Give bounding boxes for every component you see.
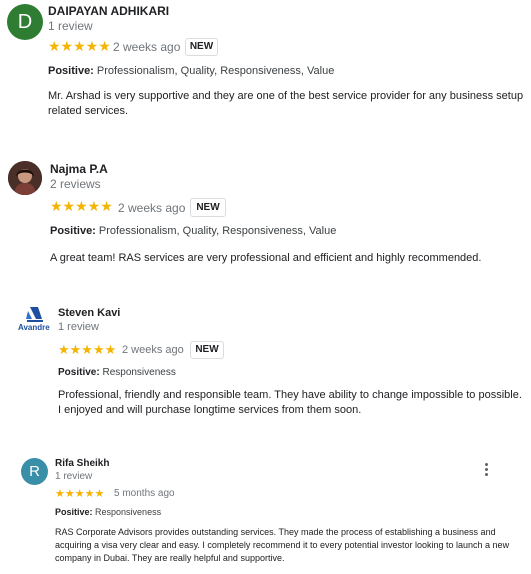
star-rating: ★★★★★ bbox=[58, 342, 117, 357]
new-badge: NEW bbox=[185, 38, 218, 56]
new-badge: NEW bbox=[190, 341, 224, 359]
avatar-letter: D bbox=[17, 10, 33, 33]
reviewer-name[interactable]: Rifa Sheikh bbox=[55, 458, 109, 469]
reviewer-name[interactable]: Steven Kavi bbox=[58, 307, 120, 319]
star-rating: ★★★★★ bbox=[50, 198, 113, 214]
review-text: A great team! RAS services are very prof… bbox=[50, 252, 482, 264]
review-text: Mr. Arshad is very supportive and they a… bbox=[48, 90, 524, 117]
review-count: 1 review bbox=[58, 321, 99, 333]
review-time: 2 weeks ago bbox=[113, 40, 181, 54]
avatar-logo-text: Avandre bbox=[18, 323, 50, 332]
review-time: 5 months ago bbox=[114, 488, 175, 499]
positive-value: Professionalism, Quality, Responsiveness… bbox=[96, 65, 335, 77]
avatar[interactable]: R bbox=[21, 458, 48, 485]
review-text: Professional, friendly and responsible t… bbox=[58, 389, 522, 416]
reviewer-name[interactable]: Najma P.A bbox=[50, 162, 108, 176]
avatar[interactable] bbox=[8, 161, 42, 195]
positive-label: Positive: bbox=[58, 367, 100, 378]
more-options-icon[interactable] bbox=[485, 463, 489, 476]
review-count: 1 review bbox=[55, 471, 93, 482]
positive-attributes: Positive: Professionalism, Quality, Resp… bbox=[50, 225, 336, 237]
new-badge: NEW bbox=[190, 198, 226, 217]
positive-attributes: Positive: Responsiveness bbox=[55, 507, 161, 517]
positive-value: Responsiveness bbox=[95, 507, 162, 517]
review-time: 2 weeks ago bbox=[122, 344, 184, 356]
avatar[interactable]: D bbox=[7, 4, 43, 40]
positive-label: Positive: bbox=[55, 507, 93, 517]
star-rating: ★★★★★ bbox=[48, 38, 111, 54]
review-text: RAS Corporate Advisors provides outstand… bbox=[55, 527, 510, 563]
positive-value: Responsiveness bbox=[102, 367, 176, 378]
avatar[interactable]: Avandre bbox=[18, 305, 54, 337]
positive-value: Professionalism, Quality, Responsiveness… bbox=[98, 225, 337, 237]
positive-label: Positive: bbox=[50, 225, 96, 237]
star-rating: ★★★★★ bbox=[55, 488, 105, 500]
positive-label: Positive: bbox=[48, 65, 94, 77]
positive-attributes: Positive: Responsiveness bbox=[58, 367, 176, 378]
positive-attributes: Positive: Professionalism, Quality, Resp… bbox=[48, 65, 334, 77]
review-time: 2 weeks ago bbox=[118, 201, 186, 215]
reviewer-name[interactable]: DAIPAYAN ADHIKARI bbox=[48, 4, 169, 18]
profile-photo-icon bbox=[8, 161, 42, 195]
review-count: 1 review bbox=[48, 19, 93, 33]
review-count: 2 reviews bbox=[50, 177, 101, 191]
avandre-logo-icon bbox=[26, 307, 43, 322]
avatar-letter: R bbox=[29, 463, 40, 480]
